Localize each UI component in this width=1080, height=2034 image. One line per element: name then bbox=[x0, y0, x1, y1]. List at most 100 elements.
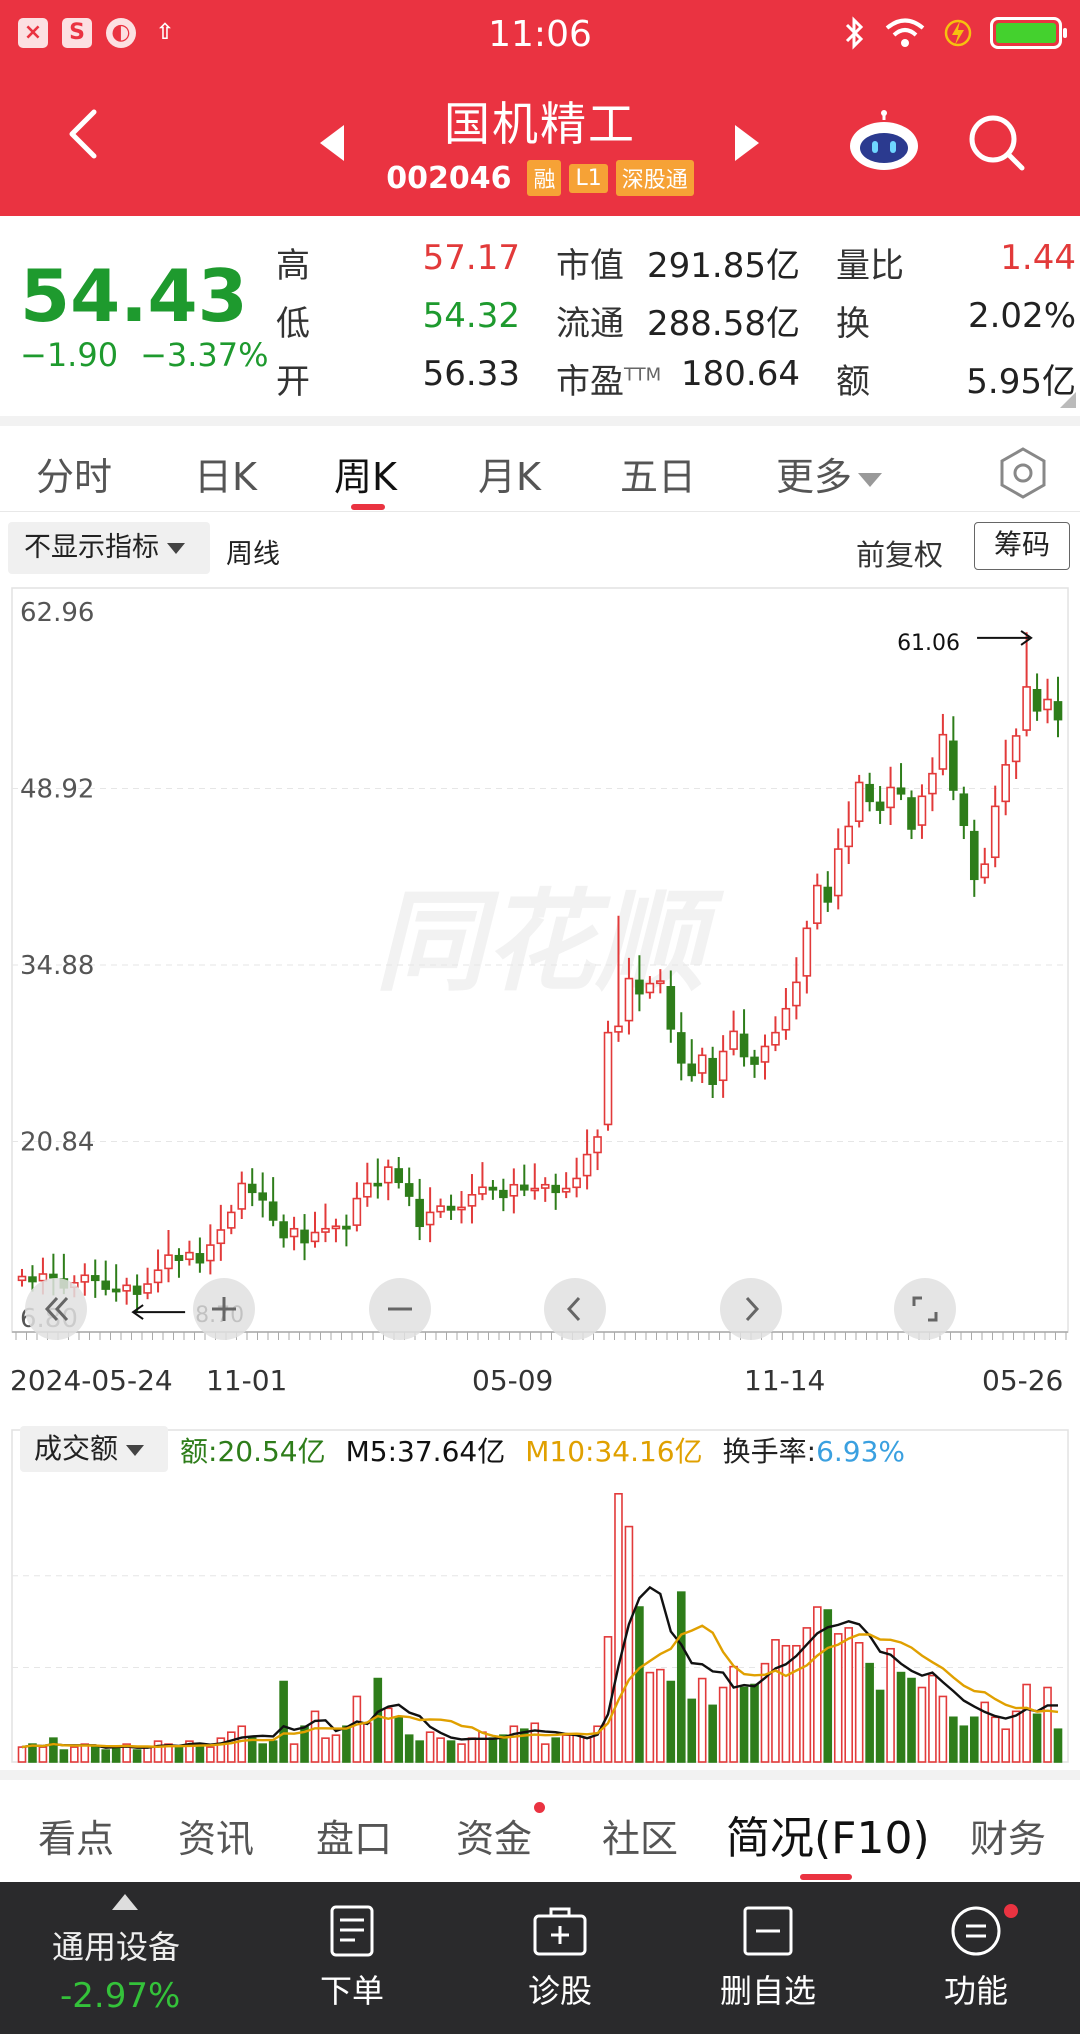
notification-dot bbox=[534, 1802, 545, 1813]
candle-body bbox=[394, 1168, 404, 1184]
amount-bar-chart[interactable] bbox=[0, 1420, 1080, 1770]
amount-bar bbox=[289, 1743, 299, 1763]
candle-body bbox=[237, 1182, 247, 1210]
candlestick-chart[interactable]: 同花顺62.9648.9234.8820.846.8061.068.70 bbox=[0, 580, 1080, 1350]
amount-bar bbox=[342, 1725, 351, 1763]
place-order-button[interactable]: 下单 bbox=[292, 1904, 412, 2012]
pan-left-button[interactable] bbox=[544, 1278, 606, 1340]
candle-body bbox=[551, 1184, 560, 1194]
tab-f10-profile[interactable]: 简况(F10) bbox=[726, 1802, 930, 1866]
tab-community[interactable]: 社区 bbox=[602, 1808, 678, 1863]
chart-settings-icon[interactable] bbox=[996, 446, 1050, 500]
tab-news[interactable]: 资讯 bbox=[178, 1808, 254, 1863]
pe-value: 180.64 bbox=[681, 354, 800, 394]
wifi-icon bbox=[885, 18, 925, 47]
candle-body bbox=[687, 1063, 697, 1077]
candle-body bbox=[959, 793, 969, 827]
amount-bar bbox=[383, 1707, 393, 1763]
amount-bar bbox=[865, 1662, 874, 1763]
m5-legend-item: M5:37.64亿 bbox=[345, 1435, 506, 1468]
amount-bar bbox=[1011, 1710, 1021, 1763]
date-axis-label: 2024-05-24 bbox=[10, 1364, 173, 1397]
low-value: 54.32 bbox=[422, 296, 520, 336]
sub-indicator-select[interactable]: 成交额 bbox=[20, 1426, 168, 1472]
amount-bar bbox=[425, 1731, 435, 1763]
chip-distribution-button[interactable]: 筹码 bbox=[974, 522, 1070, 570]
candle-body bbox=[226, 1211, 236, 1229]
amount-legend-item: 额:20.54亿 bbox=[180, 1435, 326, 1468]
amount-bar bbox=[226, 1731, 236, 1763]
candle-body bbox=[718, 1050, 728, 1082]
tab-weekly-k[interactable]: 周K bbox=[334, 446, 397, 501]
candle-body bbox=[206, 1244, 215, 1262]
tab-capital-flow[interactable]: 资金 bbox=[456, 1808, 532, 1863]
amount-bar bbox=[310, 1710, 320, 1763]
amount-bar bbox=[928, 1674, 937, 1763]
tab-five-day[interactable]: 五日 bbox=[620, 446, 696, 501]
search-icon[interactable] bbox=[966, 112, 1028, 174]
candle-body bbox=[457, 1206, 466, 1211]
active-tab-indicator bbox=[351, 504, 385, 510]
candle-body bbox=[614, 1025, 623, 1033]
candle-body bbox=[195, 1253, 205, 1264]
tab-more[interactable]: 更多 bbox=[776, 446, 883, 501]
candle-body bbox=[1022, 686, 1031, 731]
amount-bar bbox=[415, 1740, 424, 1763]
tab-order-book[interactable]: 盘口 bbox=[316, 1808, 392, 1863]
functions-button[interactable]: 功能 bbox=[916, 1904, 1036, 2012]
expand-up-icon[interactable] bbox=[112, 1894, 138, 1910]
amount-bar bbox=[582, 1737, 592, 1763]
amount-bar bbox=[436, 1737, 445, 1763]
zoom-in-button[interactable] bbox=[193, 1278, 255, 1340]
amount-bar bbox=[352, 1695, 362, 1763]
candle-body bbox=[792, 981, 801, 1007]
tab-intraday[interactable]: 分时 bbox=[36, 446, 112, 501]
quote-panel: 54.43 −1.90 −3.37% 高 57.17 低 54.32 开 56.… bbox=[0, 216, 1080, 416]
expand-quote-corner[interactable] bbox=[1060, 392, 1076, 408]
amount-bar bbox=[174, 1746, 184, 1763]
amount-bar bbox=[467, 1737, 477, 1763]
volume-ratio-label: 量比 bbox=[836, 246, 904, 286]
date-axis-label: 11-14 bbox=[744, 1364, 826, 1397]
amount-bar bbox=[886, 1647, 895, 1763]
float-cap-label: 流通 bbox=[556, 304, 624, 344]
candle-body bbox=[729, 1030, 738, 1050]
volume-ratio-value: 1.44 bbox=[1000, 238, 1076, 278]
high-label: 高 bbox=[276, 246, 310, 286]
pan-right-button[interactable] bbox=[720, 1278, 782, 1340]
app-header: × S ◐ ⇧ 11:06 国机精工 002046 融 L1 深股通 bbox=[0, 0, 1080, 216]
diagnose-stock-button[interactable]: 诊股 bbox=[500, 1904, 620, 2012]
candle-body bbox=[1043, 698, 1052, 711]
amount-bar bbox=[969, 1716, 979, 1763]
tab-highlights[interactable]: 看点 bbox=[38, 1808, 114, 1863]
chevron-down-icon bbox=[167, 543, 185, 554]
amount-bar bbox=[80, 1743, 90, 1763]
amount-bar bbox=[676, 1591, 686, 1763]
next-stock-button[interactable] bbox=[735, 125, 759, 161]
amount-bar bbox=[404, 1734, 414, 1763]
change-percent: −3.37% bbox=[140, 336, 269, 374]
candle-body bbox=[310, 1231, 320, 1243]
tab-monthly-k[interactable]: 月K bbox=[478, 446, 541, 501]
remove-watchlist-button[interactable]: 删自选 bbox=[708, 1904, 828, 2012]
candle-body bbox=[467, 1194, 477, 1207]
amount-bar bbox=[457, 1743, 466, 1763]
amount-bar bbox=[1053, 1728, 1063, 1763]
tab-financials[interactable]: 财务 bbox=[970, 1808, 1046, 1863]
sector-name[interactable]: 通用设备 bbox=[52, 1922, 180, 1968]
adjust-mode-button[interactable]: 前复权 bbox=[856, 532, 943, 574]
candle-body bbox=[854, 781, 864, 822]
amount-bar bbox=[1001, 1728, 1010, 1763]
candle-body bbox=[436, 1205, 445, 1213]
candle-body bbox=[739, 1033, 749, 1058]
amount-bar bbox=[268, 1740, 278, 1763]
indicator-select[interactable]: 不显示指标 bbox=[8, 522, 210, 574]
candle-body bbox=[132, 1285, 142, 1295]
scroll-to-start-button[interactable] bbox=[25, 1278, 87, 1340]
fullscreen-button[interactable] bbox=[894, 1278, 956, 1340]
candle-body bbox=[478, 1186, 487, 1195]
robot-assistant-icon[interactable] bbox=[848, 110, 920, 172]
tab-daily-k[interactable]: 日K bbox=[194, 446, 257, 501]
zoom-out-button[interactable] bbox=[369, 1278, 431, 1340]
candle-body bbox=[342, 1225, 351, 1230]
